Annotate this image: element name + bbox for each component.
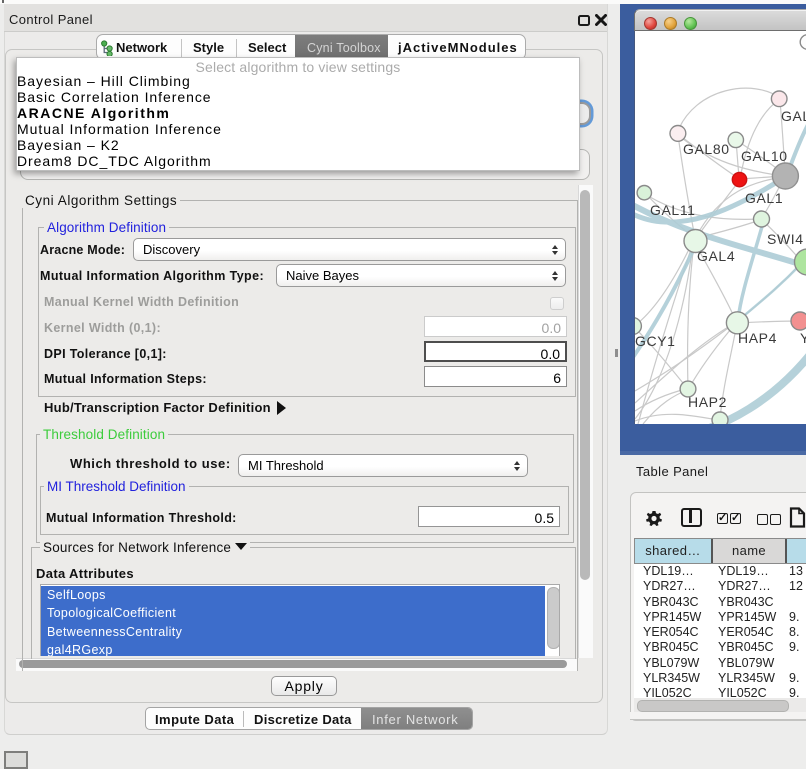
svg-text:GAL10: GAL10 <box>741 148 788 164</box>
svg-text:GCY1: GCY1 <box>635 333 676 349</box>
svg-text:GAL4: GAL4 <box>697 248 735 264</box>
svg-text:GAL80: GAL80 <box>683 141 730 157</box>
svg-text:GAL1: GAL1 <box>745 190 783 206</box>
svg-text:GAL: GAL <box>781 108 806 124</box>
svg-text:Y: Y <box>800 330 806 346</box>
svg-text:HAP4: HAP4 <box>738 330 777 346</box>
svg-text:HAP2: HAP2 <box>688 394 727 410</box>
svg-text:GAL11: GAL11 <box>650 202 696 218</box>
svg-text:SWI4: SWI4 <box>767 231 804 247</box>
